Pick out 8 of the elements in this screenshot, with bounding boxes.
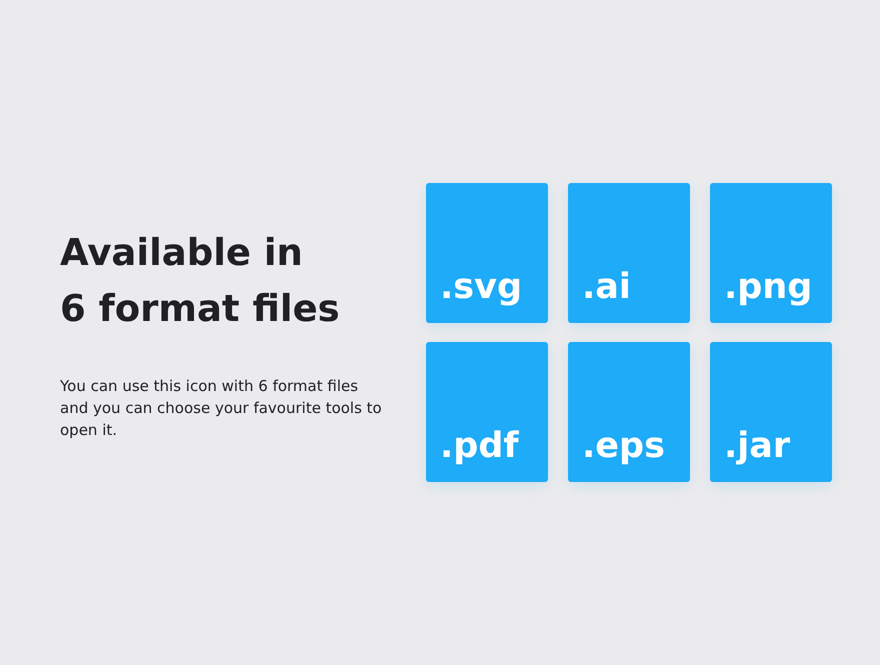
format-label: .png bbox=[724, 267, 812, 307]
format-label: .svg bbox=[440, 267, 522, 307]
format-label: .eps bbox=[582, 426, 665, 466]
format-label: .pdf bbox=[440, 426, 519, 466]
format-label: .ai bbox=[582, 267, 631, 307]
format-label: .jar bbox=[724, 426, 790, 466]
heading: Available in 6 format files bbox=[60, 230, 341, 332]
description: You can use this icon with 6 format files and you can choose your favourite tools to open it. bbox=[60, 376, 383, 440]
